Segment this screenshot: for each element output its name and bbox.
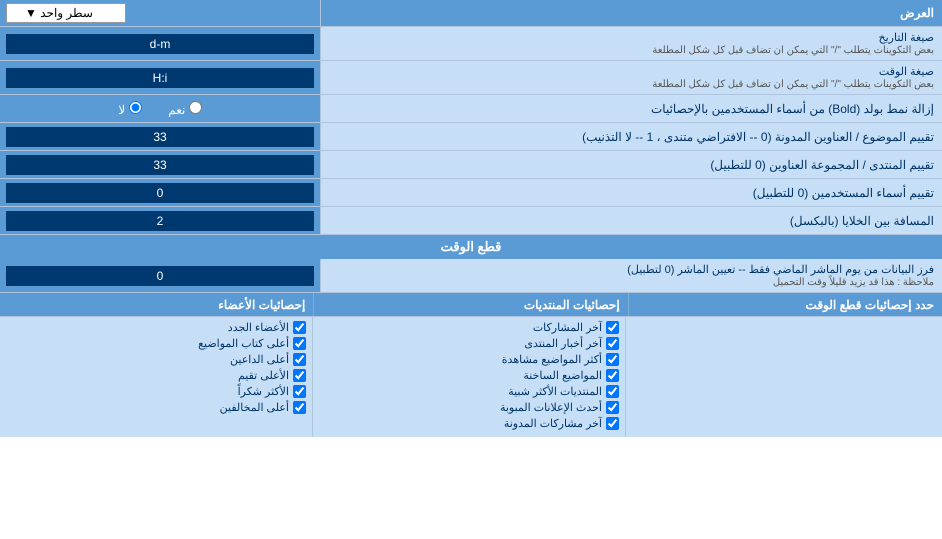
date-format-input-cell <box>0 27 320 60</box>
list-item: أحدث الإعلانات المبوبة <box>319 401 619 414</box>
distance-input-cell <box>0 207 320 234</box>
users-order-label: تقييم أسماء المستخدمين (0 للتطبيل) <box>320 179 942 206</box>
distance-label: المسافة بين الخلايا (بالبكسل) <box>320 207 942 234</box>
list-item: المنتديات الأكثر شبية <box>319 385 619 398</box>
time-format-input-cell <box>0 61 320 94</box>
list-item: أعلى الداعين <box>6 353 306 366</box>
checkbox-col1-3[interactable] <box>606 369 619 382</box>
distance-input[interactable] <box>6 211 314 231</box>
list-item: الأكثر شكراً <box>6 385 306 398</box>
date-format-input[interactable] <box>6 34 314 54</box>
col1-header: إحصائيات المنتديات <box>313 293 627 316</box>
radio-no-label: لا <box>118 101 141 117</box>
time-format-input[interactable] <box>6 68 314 88</box>
display-dropdown[interactable]: سطر واحد ▼ <box>6 3 126 23</box>
topic-order-input[interactable] <box>6 127 314 147</box>
forum-order-label: تقييم المنتدى / المجموعة العناوين (0 للت… <box>320 151 942 178</box>
cutoff-title: قطع الوقت <box>0 235 942 259</box>
users-order-input[interactable] <box>6 183 314 203</box>
checkbox-col1-5[interactable] <box>606 401 619 414</box>
display-dropdown-cell: سطر واحد ▼ <box>0 0 320 26</box>
forum-order-input-cell <box>0 151 320 178</box>
forum-order-input[interactable] <box>6 155 314 175</box>
users-order-input-cell <box>0 179 320 206</box>
checkbox-col2-1[interactable] <box>293 337 306 350</box>
col1-checkboxes: آخر المشاركات آخر أخبار المنتدى أكثر الم… <box>312 317 625 437</box>
col2-header: إحصائيات الأعضاء <box>0 293 313 316</box>
topic-order-label: تقييم الموضوع / العناوين المدونة (0 -- ا… <box>320 123 942 150</box>
ard-label: العرض <box>320 0 942 26</box>
col2-checkboxes: الأعضاء الجدد أعلى كتاب المواضيع أعلى ال… <box>0 317 312 437</box>
checkbox-col2-5[interactable] <box>293 401 306 414</box>
limit-label: حدد إحصائيات قطع الوقت <box>628 293 942 316</box>
cutoff-section-header: قطع الوقت <box>0 235 942 259</box>
checkbox-col1-0[interactable] <box>606 321 619 334</box>
list-item: آخر مشاركات المدونة <box>319 417 619 430</box>
list-item: أعلى كتاب المواضيع <box>6 337 306 350</box>
list-item: المواضيع الساخنة <box>319 369 619 382</box>
topic-order-input-cell <box>0 123 320 150</box>
list-item: الأعضاء الجدد <box>6 321 306 334</box>
checkbox-col2-2[interactable] <box>293 353 306 366</box>
checkbox-col2-0[interactable] <box>293 321 306 334</box>
radio-yes-label: نعم <box>168 101 201 117</box>
checkbox-col1-4[interactable] <box>606 385 619 398</box>
list-item: آخر أخبار المنتدى <box>319 337 619 350</box>
list-item: أعلى المخالفين <box>6 401 306 414</box>
bold-remove-label: إزالة نمط بولد (Bold) من أسماء المستخدمي… <box>320 95 942 122</box>
list-item: الأعلى تقيم <box>6 369 306 382</box>
bold-yes-radio[interactable] <box>189 101 202 114</box>
date-format-label: صيغة التاريخبعض التكوينات يتطلب "/" التي… <box>320 27 942 60</box>
checkbox-col1-2[interactable] <box>606 353 619 366</box>
list-item: آخر المشاركات <box>319 321 619 334</box>
checkbox-col1-1[interactable] <box>606 337 619 350</box>
checkbox-section: آخر المشاركات آخر أخبار المنتدى أكثر الم… <box>0 317 942 437</box>
empty-label-area <box>625 317 942 437</box>
bold-no-radio[interactable] <box>129 101 142 114</box>
time-format-label: صيغة الوقتبعض التكوينات يتطلب "/" التي ي… <box>320 61 942 94</box>
checkbox-col2-3[interactable] <box>293 369 306 382</box>
cutoff-input[interactable] <box>6 266 314 286</box>
checkbox-col2-4[interactable] <box>293 385 306 398</box>
cutoff-input-cell <box>0 259 320 292</box>
checkbox-col1-6[interactable] <box>606 417 619 430</box>
cutoff-label: فرز البيانات من يوم الماشر الماضي فقط --… <box>320 259 942 292</box>
bold-remove-radio-cell: نعم لا <box>0 95 320 122</box>
bottom-header: حدد إحصائيات قطع الوقت إحصائيات المنتديا… <box>0 293 942 317</box>
list-item: أكثر المواضيع مشاهدة <box>319 353 619 366</box>
